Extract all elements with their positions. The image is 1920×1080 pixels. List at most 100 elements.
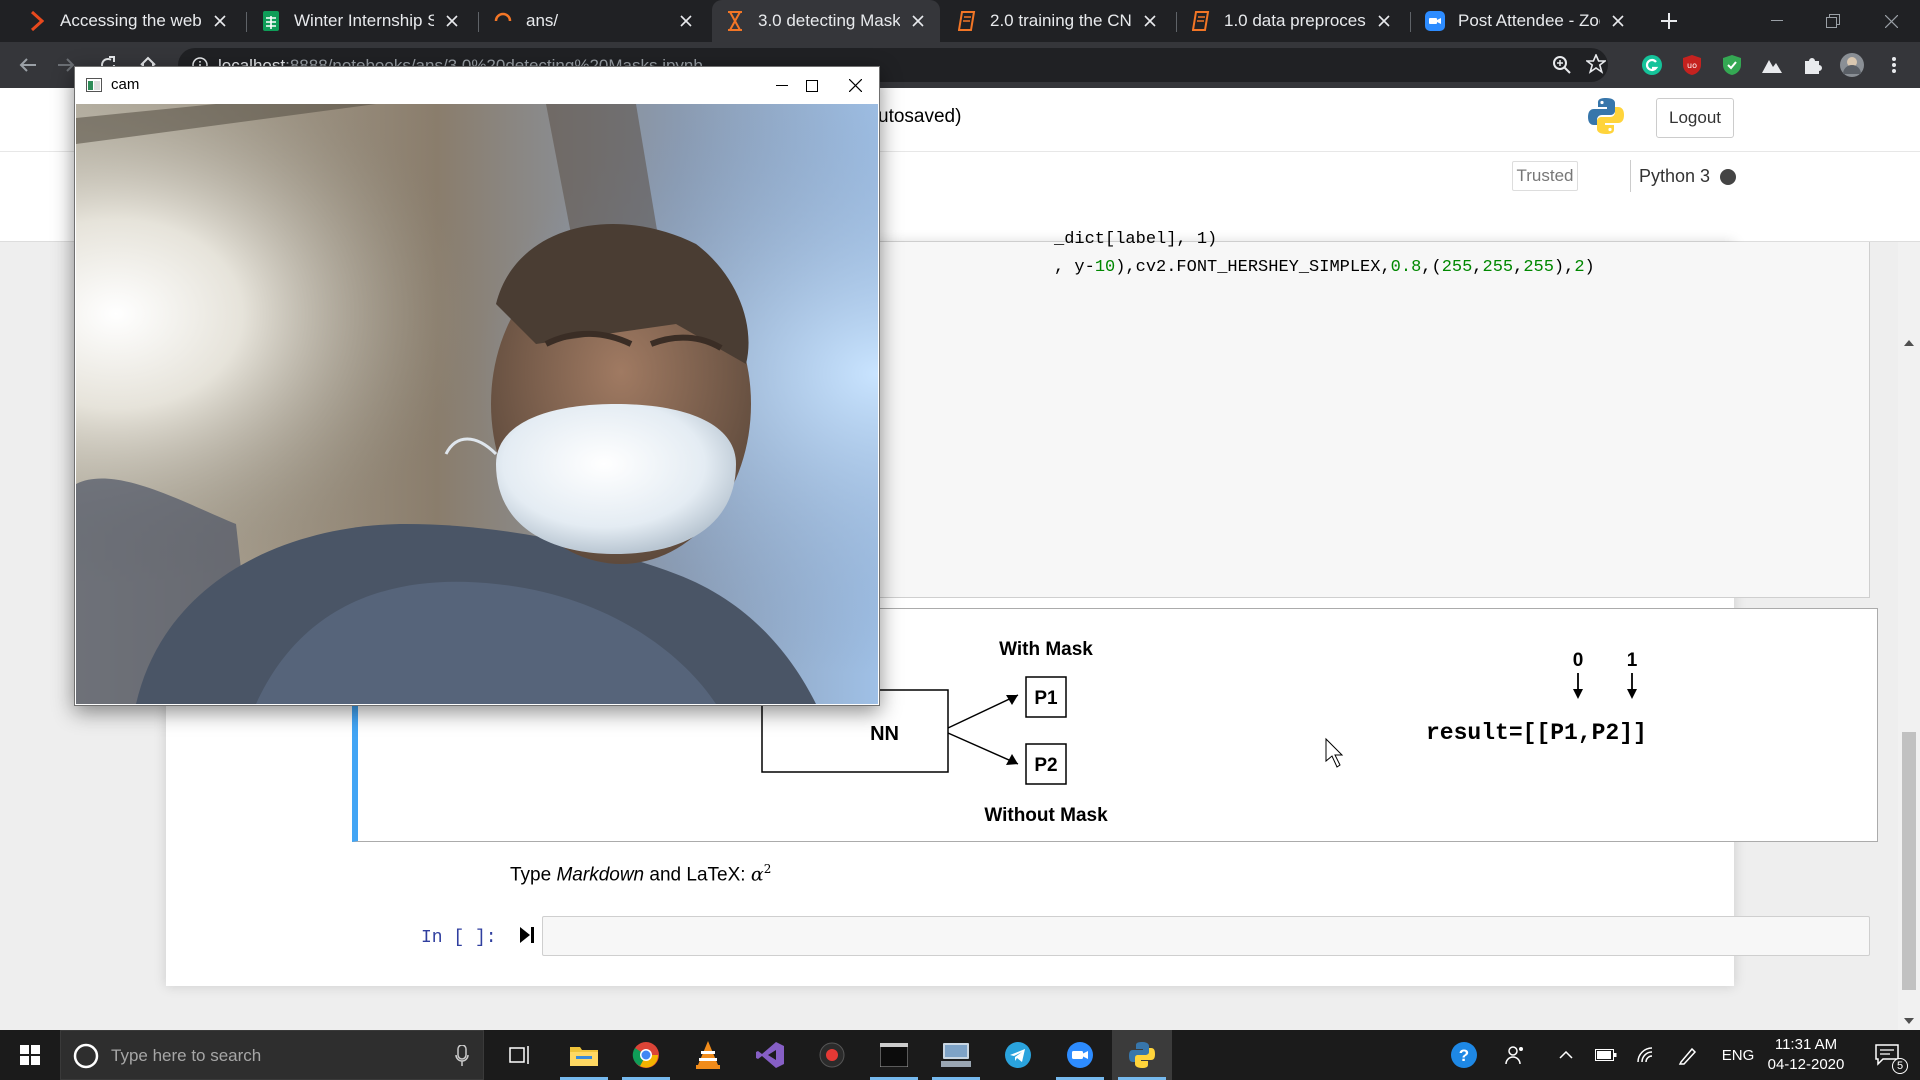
- grammarly-icon[interactable]: [1638, 51, 1666, 79]
- without-mask-label: Without Mask: [984, 805, 1108, 826]
- clock-time: 11:31 AM: [1774, 1036, 1838, 1053]
- zoom-magnifier-icon[interactable]: [1552, 55, 1572, 75]
- command-prompt-icon[interactable]: [864, 1030, 924, 1080]
- close-icon[interactable]: [676, 11, 696, 31]
- battery-icon[interactable]: [1590, 1030, 1622, 1080]
- close-icon[interactable]: [1140, 11, 1160, 31]
- tab-title: Accessing the webcam: [60, 11, 202, 30]
- pen-workspace-icon[interactable]: [1672, 1030, 1704, 1080]
- cam-titlebar[interactable]: cam: [75, 67, 879, 104]
- close-icon[interactable]: [210, 11, 230, 31]
- extensions-puzzle-icon[interactable]: [1798, 51, 1826, 79]
- new-tab-icon[interactable]: [1656, 8, 1682, 34]
- task-view-icon[interactable]: [490, 1030, 550, 1080]
- zoom-app-icon[interactable]: [1050, 1030, 1110, 1080]
- clock-date: 04-12-2020: [1767, 1056, 1845, 1073]
- markdown-hint: Type Markdown and LaTeX: α2: [510, 862, 772, 886]
- scroll-up-icon[interactable]: [1904, 340, 1914, 346]
- run-cell-icon[interactable]: [519, 926, 535, 944]
- page-scrollbar[interactable]: [1898, 242, 1920, 1030]
- people-icon[interactable]: [1498, 1030, 1534, 1080]
- notification-center-icon[interactable]: 5: [1862, 1030, 1912, 1080]
- wifi-icon[interactable]: [1630, 1030, 1662, 1080]
- logout-button[interactable]: Logout: [1656, 98, 1734, 138]
- index-0-label: 0: [1573, 650, 1584, 671]
- cortana-circle-icon: [73, 1043, 99, 1069]
- notebook-icon: [956, 10, 978, 32]
- arrow-to-p1: [947, 694, 1019, 729]
- input-prompt: In [ ]:: [421, 928, 497, 948]
- tab-title: Post Attendee - Zoom: [1458, 11, 1600, 30]
- index-1-label: 1: [1627, 650, 1638, 671]
- scroll-down-icon[interactable]: [1904, 1018, 1914, 1024]
- visual-studio-icon[interactable]: [740, 1030, 800, 1080]
- minimize-icon[interactable]: [1754, 0, 1800, 42]
- tab-data-preprocessing[interactable]: 1.0 data preprocessing: [1178, 0, 1406, 42]
- with-mask-label: With Mask: [999, 639, 1093, 660]
- chrome-menu-icon[interactable]: [1880, 51, 1908, 79]
- help-icon[interactable]: ?: [1446, 1030, 1482, 1080]
- windows-taskbar: Type here to search ? ENG 11:31 AM 04-12-…: [0, 1030, 1920, 1080]
- cam-window[interactable]: cam: [74, 66, 880, 706]
- file-explorer-icon[interactable]: [554, 1030, 614, 1080]
- windows-start-icon[interactable]: [0, 1030, 60, 1080]
- microphone-icon[interactable]: [455, 1045, 469, 1067]
- cnn-label: NN: [870, 723, 899, 745]
- restore-icon[interactable]: [1810, 0, 1856, 42]
- code-line: _dict[label], 1): [1054, 230, 1218, 249]
- back-icon[interactable]: [14, 51, 42, 79]
- notebook-icon: [1190, 10, 1212, 32]
- chevron-up-icon[interactable]: [1550, 1030, 1582, 1080]
- browser-tab-strip: Accessing the webcam Winter Internship S…: [0, 0, 1920, 42]
- close-icon[interactable]: [1374, 11, 1394, 31]
- vlc-icon[interactable]: [678, 1030, 738, 1080]
- kernel-status-icon: [1720, 169, 1736, 185]
- close-icon[interactable]: [442, 11, 462, 31]
- tab-title: 3.0 detecting Masks - Jupyter: [758, 11, 900, 30]
- window-close-icon[interactable]: [1868, 0, 1914, 42]
- trusted-indicator[interactable]: Trusted: [1512, 161, 1578, 191]
- webcam-feed-image: [76, 104, 878, 704]
- maximize-icon[interactable]: [789, 67, 835, 104]
- search-placeholder: Type here to search: [111, 1046, 262, 1065]
- zoom-icon: [1424, 10, 1446, 32]
- language-indicator[interactable]: ENG: [1714, 1030, 1762, 1080]
- bookmark-star-icon[interactable]: [1586, 54, 1606, 74]
- chrome-icon[interactable]: [616, 1030, 676, 1080]
- close-icon[interactable]: [832, 67, 878, 104]
- network-drive-icon[interactable]: [926, 1030, 986, 1080]
- close-icon[interactable]: [908, 11, 928, 31]
- profile-avatar-icon[interactable]: [1838, 51, 1866, 79]
- result-expression: result=[[P1,P2]]: [1426, 720, 1647, 746]
- tab-zoom[interactable]: Post Attendee - Zoom: [1412, 0, 1640, 42]
- mountain-extension-icon[interactable]: [1758, 51, 1786, 79]
- tab-title: 1.0 data preprocessing: [1224, 11, 1366, 30]
- tab-training-cnn[interactable]: 2.0 training the CNN - Jupyter: [944, 0, 1172, 42]
- tab-title: 2.0 training the CNN - Jupyter: [990, 11, 1132, 30]
- tab-accessing-webcam[interactable]: Accessing the webcam: [14, 0, 242, 42]
- p1-label: P1: [1034, 688, 1058, 709]
- tab-ans[interactable]: ans/: [480, 0, 708, 42]
- taskbar-search-box[interactable]: Type here to search: [60, 1030, 484, 1080]
- close-icon[interactable]: [1608, 11, 1628, 31]
- ublock-icon[interactable]: uo: [1678, 51, 1706, 79]
- sheets-icon: [260, 10, 282, 32]
- tab-winter-internship[interactable]: Winter Internship Scrum: [248, 0, 474, 42]
- mouse-cursor-icon: [1325, 737, 1344, 768]
- shield-icon[interactable]: [1718, 51, 1746, 79]
- python-app-icon[interactable]: [1112, 1030, 1172, 1080]
- tab-title: Winter Internship Scrum: [294, 11, 434, 30]
- loading-spinner-icon: [492, 10, 514, 32]
- screen-recorder-icon[interactable]: [802, 1030, 862, 1080]
- telegram-icon[interactable]: [988, 1030, 1048, 1080]
- tab-title: ans/: [526, 11, 559, 30]
- clock[interactable]: 11:31 AM 04-12-2020: [1762, 1035, 1850, 1075]
- window-app-icon: [86, 78, 102, 92]
- scroll-thumb[interactable]: [1902, 732, 1916, 990]
- tab-detecting-masks[interactable]: 3.0 detecting Masks - Jupyter: [712, 0, 940, 42]
- notebook-save-status[interactable]: utosaved): [878, 106, 961, 128]
- kernel-name[interactable]: Python 3: [1630, 160, 1710, 192]
- code-cell-input[interactable]: [542, 916, 1870, 956]
- code-line: , y-10),cv2.FONT_HERSHEY_SIMPLEX,0.8,(25…: [1054, 258, 1595, 277]
- hourglass-icon: [724, 10, 746, 32]
